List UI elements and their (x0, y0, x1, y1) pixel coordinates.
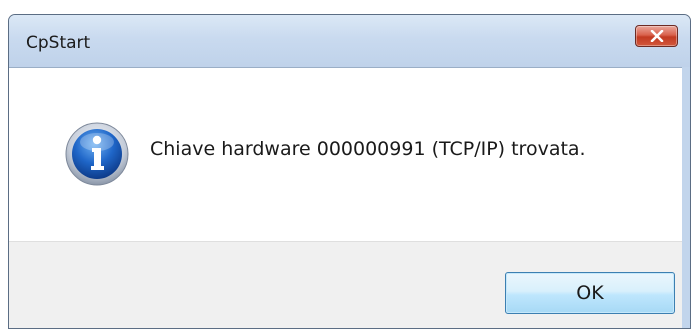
close-button[interactable] (635, 25, 678, 47)
button-area: OK (9, 241, 682, 328)
message-area: Chiave hardware 000000991 (TCP/IP) trova… (9, 68, 682, 241)
title-bar[interactable]: CpStart (9, 15, 690, 67)
dialog-window: CpStart Chiave hardware 000000991 (TCP/I… (8, 14, 691, 329)
ok-button[interactable]: OK (505, 272, 675, 314)
close-icon (650, 30, 664, 42)
dialog-body: Chiave hardware 000000991 (TCP/IP) trova… (9, 67, 682, 328)
info-icon (65, 122, 129, 186)
window-title: CpStart (26, 33, 91, 53)
message-text: Chiave hardware 000000991 (TCP/IP) trova… (150, 138, 586, 160)
